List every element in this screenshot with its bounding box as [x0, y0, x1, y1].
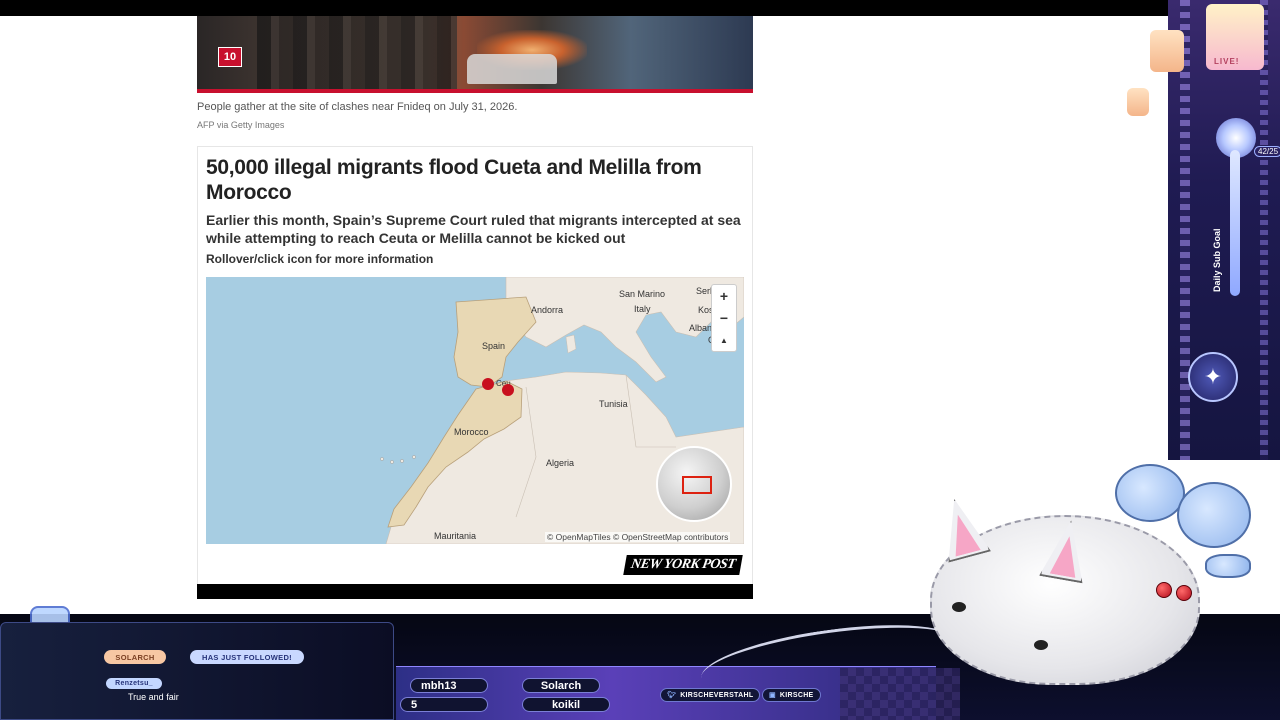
- globe-highlight-box: [682, 476, 712, 494]
- chat-message: True and fair: [128, 692, 179, 702]
- hero-photo[interactable]: 10: [197, 16, 753, 90]
- cat-eye-left: [952, 602, 966, 612]
- label-andorra: Andorra: [531, 305, 564, 315]
- top-black-bar: [0, 0, 1280, 16]
- hero-car: [467, 54, 557, 84]
- photo-caption: People gather at the site of clashes nea…: [197, 101, 518, 113]
- label-tunisia: Tunisia: [599, 399, 628, 409]
- cat-bow: [1115, 458, 1255, 578]
- gallery-count-badge[interactable]: 10: [218, 47, 242, 67]
- twitter-icon: 🐦︎: [667, 692, 677, 699]
- hero-accent-line: [197, 89, 753, 93]
- label-spain: Spain: [482, 341, 506, 351]
- map-title: 50,000 illegal migrants flood Cueta and …: [206, 156, 702, 204]
- compass-icon[interactable]: ▲: [712, 329, 736, 351]
- bow-lobe-right: [1177, 482, 1251, 548]
- photo-credit: AFP via Getty Images: [197, 120, 285, 130]
- bow-lobe-left: [1115, 464, 1185, 522]
- nypost-logo: NEW YORK POST: [623, 555, 743, 575]
- goal-progress-bar: [1230, 150, 1240, 296]
- ad-black-bar: [197, 584, 753, 599]
- goal-count: 42/25: [1254, 146, 1280, 157]
- cherry-icon: [1176, 585, 1192, 601]
- cat-eye-right: [1034, 640, 1048, 650]
- slot-bottom-right: koikil: [522, 697, 610, 712]
- label-mauritania: Mauritania: [434, 531, 477, 541]
- chat-username: Renzetsu_: [106, 678, 162, 689]
- slot-bottom-left: 5: [400, 697, 488, 712]
- slot-top-right: Solarch: [522, 678, 600, 693]
- bow-ribbon-tail: [1205, 554, 1251, 578]
- label-italy: Italy: [634, 304, 651, 314]
- map-zoom-controls: + − ▲: [711, 284, 737, 352]
- alert-username: SOLARCH: [104, 650, 166, 664]
- label-morocco: Morocco: [454, 427, 489, 437]
- zoom-out-button[interactable]: −: [712, 307, 736, 329]
- zoom-in-button[interactable]: +: [712, 285, 736, 307]
- goal-label: Daily Sub Goal: [1212, 228, 1222, 292]
- label-san-marino: San Marino: [619, 289, 666, 299]
- globe-locator-icon: [656, 446, 732, 522]
- hero-crowd: [257, 16, 457, 90]
- map-subtitle: Earlier this month, Spain’s Supreme Cour…: [206, 212, 741, 246]
- sparkle-orb-icon: ✦: [1188, 352, 1238, 402]
- slot-top-left: mbh13: [410, 678, 488, 693]
- label-algeria: Algeria: [546, 458, 575, 468]
- lantern-icon: [1150, 30, 1184, 72]
- cherry-icon: [1156, 582, 1172, 598]
- melilla-marker[interactable]: [502, 384, 514, 396]
- map-hint: Rollover/click icon for more information: [206, 252, 434, 266]
- live-label: LIVE!: [1214, 57, 1240, 66]
- ceuta-marker[interactable]: [482, 378, 494, 390]
- alert-message: HAS JUST FOLLOWED!: [190, 650, 304, 664]
- lantern-small-icon: [1127, 88, 1149, 116]
- map-attribution[interactable]: © OpenMapTiles © OpenStreetMap contribut…: [545, 532, 731, 542]
- alert-chat-panel: [0, 622, 394, 720]
